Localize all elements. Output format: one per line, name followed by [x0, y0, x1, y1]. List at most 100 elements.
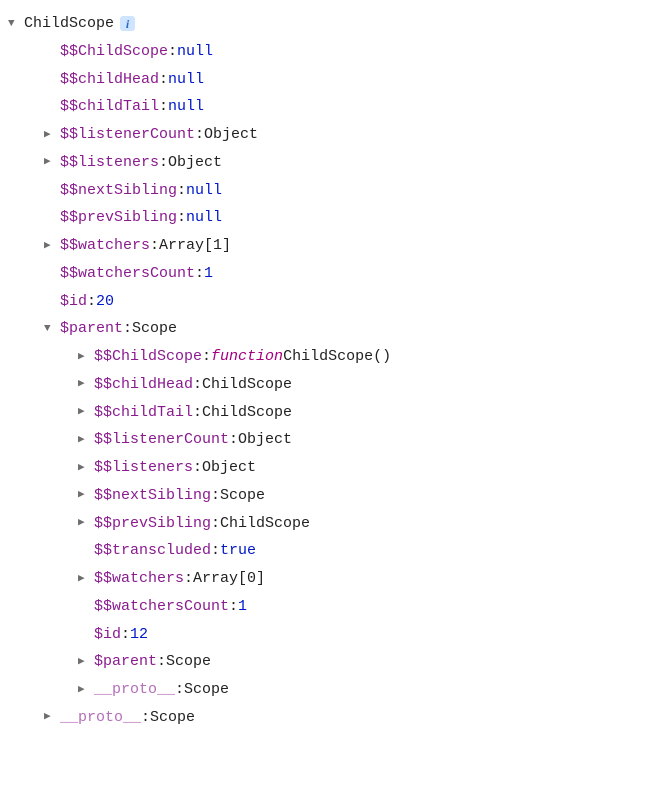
property-value: Object	[168, 149, 222, 177]
tree-row[interactable]: ▶$$nextSibling: Scope	[8, 482, 661, 510]
property-value: 12	[130, 621, 148, 649]
separator: :	[168, 38, 177, 66]
separator: :	[157, 648, 166, 676]
property-value: null	[168, 93, 204, 121]
property-value: null	[186, 177, 222, 205]
separator: :	[211, 482, 220, 510]
property-name: $$prevSibling	[60, 204, 177, 232]
separator: :	[150, 232, 159, 260]
disclosure-closed-icon[interactable]: ▶	[44, 707, 60, 727]
tree-row[interactable]: ▶$parent: Scope	[8, 648, 661, 676]
tree-row[interactable]: ▼$parent: Scope	[8, 315, 661, 343]
property-name: $$watchers	[60, 232, 150, 260]
tree-row[interactable]: ▶$$watchers: Array[1]	[8, 232, 661, 260]
property-value: ChildScope	[202, 399, 292, 427]
tree-row[interactable]: ▶$$prevSibling: ChildScope	[8, 510, 661, 538]
tree-row: ▶$$watchersCount: 1	[8, 260, 661, 288]
property-name: $$nextSibling	[60, 177, 177, 205]
property-value: Scope	[220, 482, 265, 510]
property-value: Scope	[166, 648, 211, 676]
property-value: Scope	[150, 704, 195, 732]
separator: :	[159, 66, 168, 94]
disclosure-closed-icon[interactable]: ▶	[44, 125, 60, 145]
property-name: __proto__	[94, 676, 175, 704]
separator: :	[193, 454, 202, 482]
property-value: 1	[238, 593, 247, 621]
tree-row[interactable]: ▶$$listenerCount: Object	[8, 121, 661, 149]
property-value: Object	[204, 121, 258, 149]
disclosure-open-icon[interactable]: ▼	[8, 14, 24, 34]
property-name: $$watchersCount	[94, 593, 229, 621]
property-name: $$ChildScope	[60, 38, 168, 66]
tree-row[interactable]: ▶$$listenerCount: Object	[8, 426, 661, 454]
disclosure-closed-icon[interactable]: ▶	[78, 569, 94, 589]
property-name: $$childTail	[94, 399, 193, 427]
property-name: $$listeners	[60, 149, 159, 177]
property-value: ChildScope	[220, 510, 310, 538]
disclosure-closed-icon[interactable]: ▶	[78, 485, 94, 505]
disclosure-closed-icon[interactable]: ▶	[44, 236, 60, 256]
separator: :	[177, 177, 186, 205]
disclosure-closed-icon[interactable]: ▶	[78, 513, 94, 533]
property-name: $$listenerCount	[60, 121, 195, 149]
property-name: $$watchers	[94, 565, 184, 593]
function-name: ChildScope()	[283, 343, 391, 371]
tree-row: ▶$$nextSibling: null	[8, 177, 661, 205]
separator: :	[141, 704, 150, 732]
tree-row[interactable]: ▶__proto__: Scope	[8, 704, 661, 732]
separator: :	[159, 149, 168, 177]
tree-row[interactable]: ▶$$listeners: Object	[8, 454, 661, 482]
property-name: $id	[94, 621, 121, 649]
tree-row[interactable]: ▶$$listeners: Object	[8, 149, 661, 177]
tree-row[interactable]: ▶$$ChildScope: function ChildScope()	[8, 343, 661, 371]
separator: :	[87, 288, 96, 316]
separator: :	[123, 315, 132, 343]
disclosure-open-icon[interactable]: ▼	[44, 319, 60, 339]
property-value: Scope	[132, 315, 177, 343]
tree-row[interactable]: ▶__proto__: Scope	[8, 676, 661, 704]
tree-row: ▶$$watchersCount: 1	[8, 593, 661, 621]
property-value: null	[186, 204, 222, 232]
separator: :	[195, 260, 204, 288]
tree-row[interactable]: ▶$$watchers: Array[0]	[8, 565, 661, 593]
separator: :	[229, 426, 238, 454]
property-name: $$ChildScope	[94, 343, 202, 371]
tree-row: ▶$$childTail: null	[8, 93, 661, 121]
property-value: null	[177, 38, 213, 66]
property-name: $$prevSibling	[94, 510, 211, 538]
disclosure-closed-icon[interactable]: ▶	[78, 458, 94, 478]
disclosure-closed-icon[interactable]: ▶	[78, 430, 94, 450]
property-value: Array[1]	[159, 232, 231, 260]
property-name: $$childHead	[94, 371, 193, 399]
disclosure-closed-icon[interactable]: ▶	[78, 652, 94, 672]
info-icon[interactable]: i	[120, 16, 135, 31]
disclosure-closed-icon[interactable]: ▶	[78, 680, 94, 700]
tree-row: ▶$$transcluded: true	[8, 537, 661, 565]
disclosure-closed-icon[interactable]: ▶	[44, 152, 60, 172]
tree-row[interactable]: ▼ChildScopei	[8, 10, 661, 38]
object-tree: ▼ChildScopei▶$$ChildScope: null▶$$childH…	[8, 10, 661, 732]
tree-row: ▶$id: 20	[8, 288, 661, 316]
property-name: $$nextSibling	[94, 482, 211, 510]
property-value: Scope	[184, 676, 229, 704]
separator: :	[211, 537, 220, 565]
property-name: __proto__	[60, 704, 141, 732]
property-name: $$transcluded	[94, 537, 211, 565]
tree-row[interactable]: ▶$$childHead: ChildScope	[8, 371, 661, 399]
separator: :	[184, 565, 193, 593]
disclosure-closed-icon[interactable]: ▶	[78, 374, 94, 394]
tree-row[interactable]: ▶$$childTail: ChildScope	[8, 399, 661, 427]
disclosure-closed-icon[interactable]: ▶	[78, 402, 94, 422]
property-name: $$watchersCount	[60, 260, 195, 288]
separator: :	[195, 121, 204, 149]
property-name: $id	[60, 288, 87, 316]
tree-row: ▶$$childHead: null	[8, 66, 661, 94]
disclosure-closed-icon[interactable]: ▶	[78, 347, 94, 367]
property-name: $$listenerCount	[94, 426, 229, 454]
property-name: $$childHead	[60, 66, 159, 94]
property-name: $$listeners	[94, 454, 193, 482]
property-value: ChildScope	[202, 371, 292, 399]
tree-row: ▶$id: 12	[8, 621, 661, 649]
separator: :	[159, 93, 168, 121]
property-value: Object	[202, 454, 256, 482]
